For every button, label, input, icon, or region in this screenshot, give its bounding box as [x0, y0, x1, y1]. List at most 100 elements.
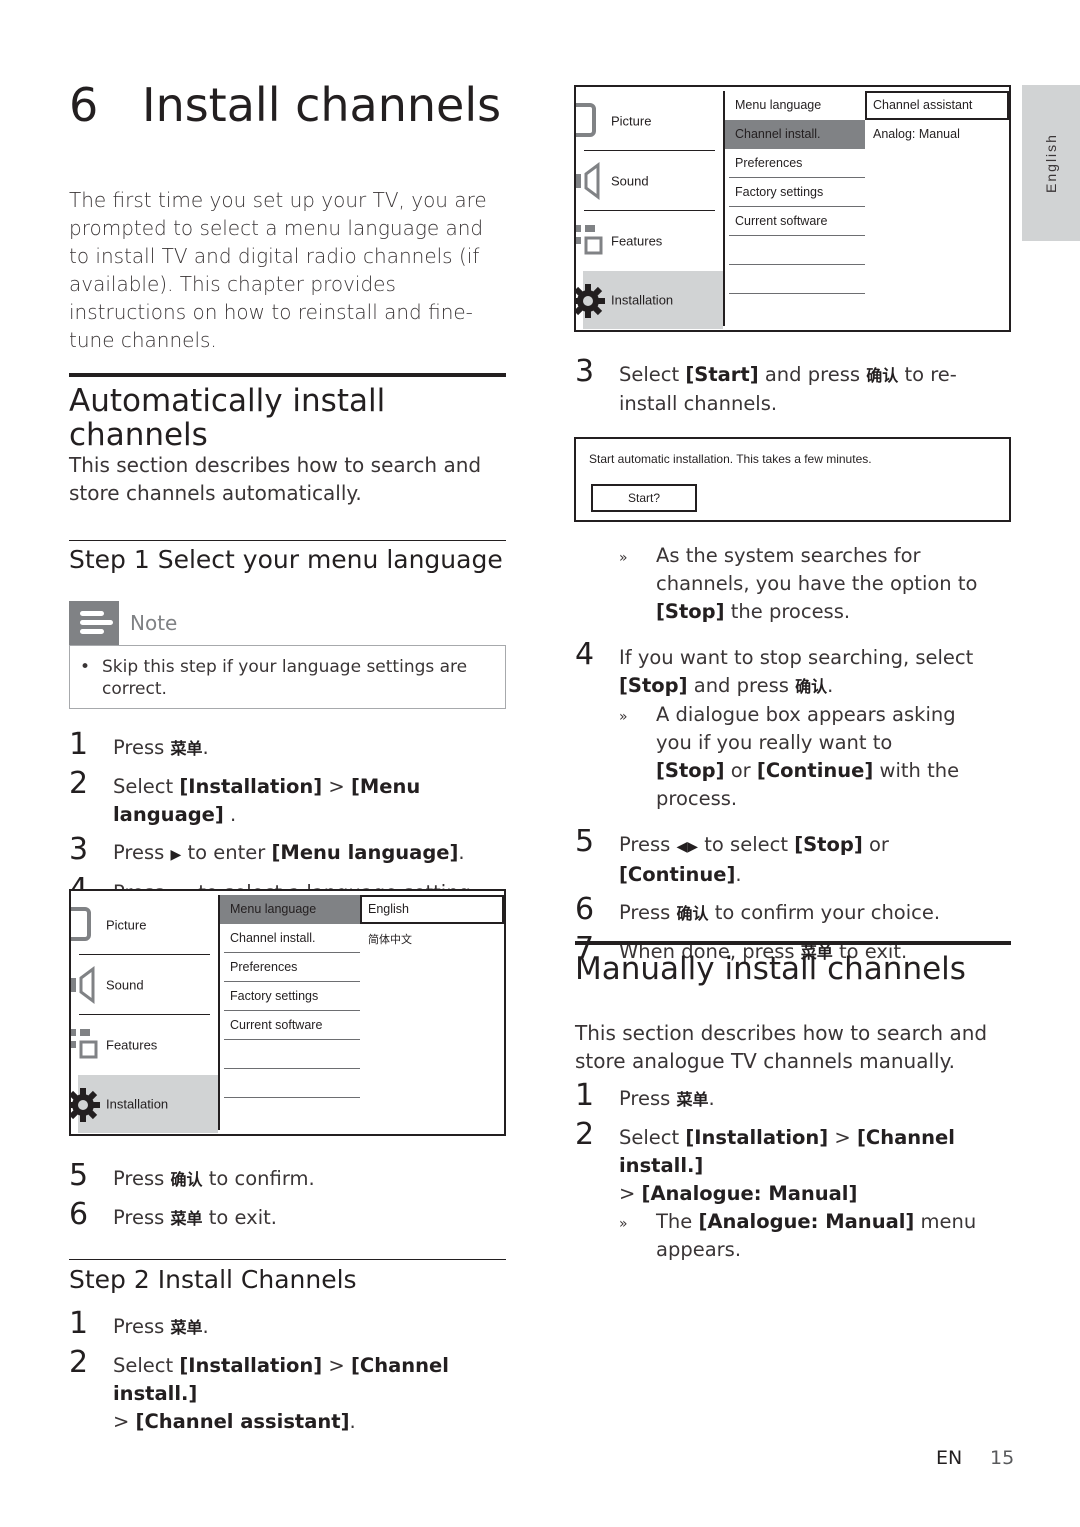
- channel-install-screen: Picture Sound Features Installation Menu…: [574, 85, 1011, 332]
- submenu-item-current-software[interactable]: Current software: [725, 207, 865, 236]
- step-item: 1 Press 菜单.: [69, 1306, 209, 1341]
- option-english[interactable]: English: [360, 895, 504, 924]
- submenu-item-factory-settings[interactable]: Factory settings: [220, 982, 360, 1011]
- submenu-item-channel-install[interactable]: Channel install.: [725, 120, 865, 149]
- menu-key: 菜单: [170, 1318, 203, 1337]
- step-item: 5 Press 确认 to confirm.: [69, 1158, 315, 1193]
- main-menu: Picture Sound Features Installation: [71, 891, 218, 1134]
- ok-key: 确认: [676, 904, 709, 923]
- manual-result: » The [Analogue: Manual] menu appears.: [619, 1210, 977, 1261]
- chapter-number: 6: [69, 78, 99, 132]
- steps-4-7: 4 If you want to stop searching, select …: [575, 637, 1011, 967]
- ok-key: 确认: [866, 366, 899, 385]
- menu-item-picture[interactable]: Picture: [576, 91, 723, 151]
- menu-item-sound[interactable]: Sound: [71, 955, 218, 1015]
- submenu-item-empty: [725, 236, 865, 265]
- menu-item-picture[interactable]: Picture: [71, 895, 218, 955]
- step2-list: 1 Press 菜单. 2 Select [Installation] > [C…: [69, 1306, 506, 1436]
- options-list: English 简体中文: [360, 895, 504, 953]
- chapter-intro: The first time you set up your TV, you a…: [69, 188, 487, 352]
- submenu-item-channel-install[interactable]: Channel install.: [220, 924, 360, 953]
- section-divider: [69, 373, 506, 377]
- step-item: 3 Press ▶ to enter [Menu language].: [69, 832, 465, 867]
- menu-language-screen: Picture Sound Features Installation Menu…: [69, 889, 506, 1136]
- note-title: Note: [130, 611, 178, 635]
- features-icon: [71, 1029, 98, 1059]
- step-item: 2 Select [Installation] > [Menu language…: [69, 766, 421, 827]
- note-box: • Skip this step if your language settin…: [69, 645, 506, 709]
- right-arrow-icon: ▶: [170, 847, 182, 863]
- sound-icon: [71, 966, 95, 1004]
- manual-section-description: This section describes how to search and…: [575, 1021, 988, 1073]
- step-item: 1 Press 菜单.: [575, 1078, 715, 1113]
- menu-item-installation[interactable]: Installation: [576, 271, 723, 329]
- step-item: 4 If you want to stop searching, select …: [575, 637, 974, 698]
- menu-key: 菜单: [170, 739, 203, 758]
- picture-icon: [576, 103, 596, 137]
- submenu-item-factory-settings[interactable]: Factory settings: [725, 178, 865, 207]
- step1-title: Step 1 Select your menu language: [69, 545, 503, 574]
- footer-language: EN: [936, 1447, 963, 1469]
- result-marker: »: [619, 550, 628, 566]
- step1-list-continued: 5 Press 确认 to confirm. 6 Press 菜单 to exi…: [69, 1158, 506, 1233]
- menu-item-features[interactable]: Features: [71, 1015, 218, 1075]
- main-menu: Picture Sound Features Installation: [576, 87, 723, 330]
- step-item: 2 Select [Installation] > [Channel insta…: [575, 1117, 955, 1206]
- chapter-title: 6 Install channels: [69, 82, 501, 128]
- step3-block: 3 Select [Start] and press 确认 to re-inst…: [575, 354, 1011, 418]
- step2-divider: [69, 1259, 506, 1260]
- step2-title: Step 2 Install Channels: [69, 1265, 357, 1294]
- menu-item-sound[interactable]: Sound: [576, 151, 723, 211]
- submenu: Menu language Channel install. Preferenc…: [220, 895, 360, 1098]
- step1-divider: [69, 540, 506, 541]
- auto-section-description: This section describes how to search and…: [69, 453, 482, 505]
- features-icon: [576, 225, 603, 255]
- option-analog-manual[interactable]: Analog: Manual: [865, 120, 1009, 149]
- step-item: 1 Press 菜单.: [69, 727, 209, 762]
- option-simplified-chinese[interactable]: 简体中文: [360, 924, 504, 953]
- submenu-item-empty: [220, 1069, 360, 1098]
- start-button[interactable]: Start?: [591, 484, 697, 512]
- submenu-item-preferences[interactable]: Preferences: [725, 149, 865, 178]
- note-header: Note: [69, 601, 506, 645]
- menu-key: 菜单: [676, 1090, 709, 1109]
- dialog-message: Start automatic installation. This takes…: [589, 452, 872, 466]
- manual-section-divider: [575, 941, 1011, 945]
- result4: » A dialogue box appears asking you if y…: [619, 703, 960, 810]
- submenu-item-current-software[interactable]: Current software: [220, 1011, 360, 1040]
- menu-key: 菜单: [170, 1209, 203, 1228]
- gear-icon: [576, 284, 605, 318]
- step-item: 3 Select [Start] and press 确认 to re-inst…: [575, 354, 957, 416]
- submenu-item-empty: [725, 265, 865, 294]
- manual-steps: 1 Press 菜单. 2 Select [Installation] > [C…: [575, 1078, 1020, 1264]
- step-item: 2 Select [Installation] > [Channel insta…: [69, 1345, 449, 1434]
- page-number: 15: [990, 1447, 1015, 1469]
- auto-install-dialog: Start automatic installation. This takes…: [574, 437, 1011, 522]
- ok-key: 确认: [170, 1170, 203, 1189]
- options-list: Channel assistant Analog: Manual: [865, 91, 1009, 149]
- result3: » As the system searches for channels, y…: [619, 544, 978, 623]
- manual-section-title: Manually install channels: [575, 951, 966, 987]
- menu-item-installation[interactable]: Installation: [71, 1075, 218, 1133]
- auto-section-title: Automatically install channels: [69, 383, 386, 454]
- left-right-arrow-icon: ◀▶: [676, 839, 699, 855]
- step-item: 6 Press 菜单 to exit.: [69, 1197, 277, 1232]
- note-item: • Skip this step if your language settin…: [80, 657, 468, 699]
- note-block: Note • Skip this step if your language s…: [69, 601, 506, 709]
- submenu: Menu language Channel install. Preferenc…: [725, 91, 865, 294]
- note-icon: [69, 601, 119, 645]
- submenu-item-empty: [220, 1040, 360, 1069]
- chapter-title-text: Install channels: [142, 78, 502, 132]
- option-channel-assistant[interactable]: Channel assistant: [865, 91, 1009, 120]
- submenu-item-menu-language[interactable]: Menu language: [220, 895, 360, 924]
- picture-icon: [71, 907, 91, 941]
- gear-icon: [71, 1088, 100, 1122]
- submenu-item-preferences[interactable]: Preferences: [220, 953, 360, 982]
- submenu-item-menu-language[interactable]: Menu language: [725, 91, 865, 120]
- step1-list: 1 Press 菜单. 2 Select [Installation] > [M…: [69, 727, 506, 909]
- step-item: 6 Press 确认 to confirm your choice.: [575, 892, 941, 927]
- ok-key: 确认: [795, 677, 828, 696]
- menu-item-features[interactable]: Features: [576, 211, 723, 271]
- language-side-tab: English: [1022, 85, 1080, 241]
- step-item: 5 Press ◀▶ to select [Stop] or [Continue…: [575, 824, 889, 887]
